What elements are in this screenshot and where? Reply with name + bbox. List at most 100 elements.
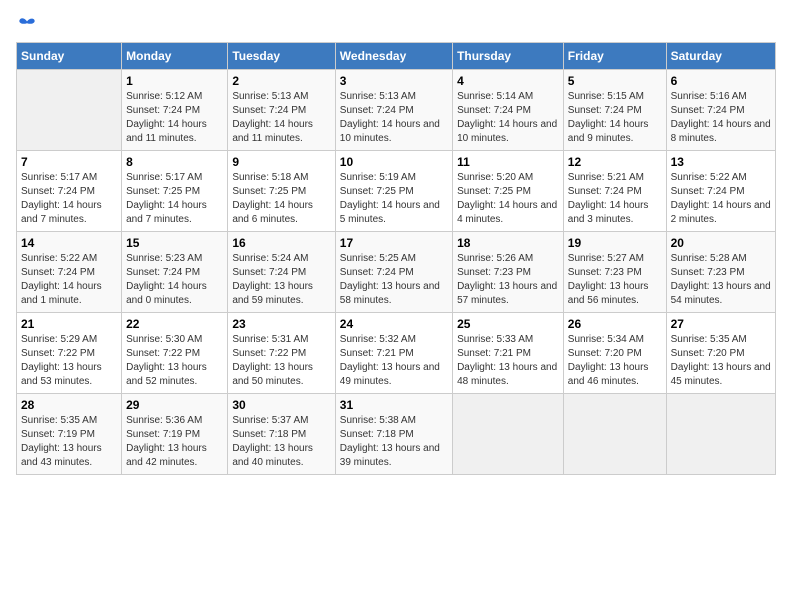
calendar-cell: 18 Sunrise: 5:26 AMSunset: 7:23 PMDaylig… <box>453 232 564 313</box>
calendar-header-wednesday: Wednesday <box>335 43 452 70</box>
calendar-cell: 13 Sunrise: 5:22 AMSunset: 7:24 PMDaylig… <box>666 151 775 232</box>
day-info: Sunrise: 5:38 AMSunset: 7:18 PMDaylight:… <box>340 415 440 468</box>
page-header <box>16 16 776 34</box>
day-number: 14 <box>21 236 117 250</box>
day-number: 5 <box>568 74 662 88</box>
calendar-header-sunday: Sunday <box>17 43 122 70</box>
calendar-cell <box>17 70 122 151</box>
day-number: 17 <box>340 236 448 250</box>
day-number: 11 <box>457 155 559 169</box>
day-info: Sunrise: 5:29 AMSunset: 7:22 PMDaylight:… <box>21 334 102 387</box>
calendar-cell: 11 Sunrise: 5:20 AMSunset: 7:25 PMDaylig… <box>453 151 564 232</box>
calendar-cell: 29 Sunrise: 5:36 AMSunset: 7:19 PMDaylig… <box>122 394 228 475</box>
day-number: 16 <box>232 236 330 250</box>
day-number: 15 <box>126 236 223 250</box>
day-info: Sunrise: 5:13 AMSunset: 7:24 PMDaylight:… <box>232 91 313 144</box>
calendar-cell <box>453 394 564 475</box>
calendar-cell: 15 Sunrise: 5:23 AMSunset: 7:24 PMDaylig… <box>122 232 228 313</box>
calendar-header-row: SundayMondayTuesdayWednesdayThursdayFrid… <box>17 43 776 70</box>
calendar-cell: 8 Sunrise: 5:17 AMSunset: 7:25 PMDayligh… <box>122 151 228 232</box>
day-number: 2 <box>232 74 330 88</box>
day-info: Sunrise: 5:32 AMSunset: 7:21 PMDaylight:… <box>340 334 440 387</box>
day-info: Sunrise: 5:13 AMSunset: 7:24 PMDaylight:… <box>340 91 440 144</box>
day-number: 3 <box>340 74 448 88</box>
calendar-cell: 4 Sunrise: 5:14 AMSunset: 7:24 PMDayligh… <box>453 70 564 151</box>
day-info: Sunrise: 5:30 AMSunset: 7:22 PMDaylight:… <box>126 334 207 387</box>
calendar-cell: 9 Sunrise: 5:18 AMSunset: 7:25 PMDayligh… <box>228 151 335 232</box>
calendar-cell: 5 Sunrise: 5:15 AMSunset: 7:24 PMDayligh… <box>563 70 666 151</box>
calendar-body: 1 Sunrise: 5:12 AMSunset: 7:24 PMDayligh… <box>17 70 776 475</box>
calendar-cell: 10 Sunrise: 5:19 AMSunset: 7:25 PMDaylig… <box>335 151 452 232</box>
day-info: Sunrise: 5:24 AMSunset: 7:24 PMDaylight:… <box>232 253 313 306</box>
day-info: Sunrise: 5:20 AMSunset: 7:25 PMDaylight:… <box>457 172 557 225</box>
calendar-cell <box>666 394 775 475</box>
day-number: 4 <box>457 74 559 88</box>
day-number: 10 <box>340 155 448 169</box>
day-info: Sunrise: 5:15 AMSunset: 7:24 PMDaylight:… <box>568 91 649 144</box>
calendar-cell <box>563 394 666 475</box>
calendar-cell: 31 Sunrise: 5:38 AMSunset: 7:18 PMDaylig… <box>335 394 452 475</box>
day-number: 23 <box>232 317 330 331</box>
day-info: Sunrise: 5:18 AMSunset: 7:25 PMDaylight:… <box>232 172 313 225</box>
calendar-table: SundayMondayTuesdayWednesdayThursdayFrid… <box>16 42 776 475</box>
day-info: Sunrise: 5:28 AMSunset: 7:23 PMDaylight:… <box>671 253 771 306</box>
day-info: Sunrise: 5:16 AMSunset: 7:24 PMDaylight:… <box>671 91 771 144</box>
day-info: Sunrise: 5:36 AMSunset: 7:19 PMDaylight:… <box>126 415 207 468</box>
calendar-cell: 30 Sunrise: 5:37 AMSunset: 7:18 PMDaylig… <box>228 394 335 475</box>
day-info: Sunrise: 5:22 AMSunset: 7:24 PMDaylight:… <box>671 172 771 225</box>
day-info: Sunrise: 5:25 AMSunset: 7:24 PMDaylight:… <box>340 253 440 306</box>
day-info: Sunrise: 5:19 AMSunset: 7:25 PMDaylight:… <box>340 172 440 225</box>
calendar-cell: 3 Sunrise: 5:13 AMSunset: 7:24 PMDayligh… <box>335 70 452 151</box>
day-info: Sunrise: 5:12 AMSunset: 7:24 PMDaylight:… <box>126 91 207 144</box>
day-number: 27 <box>671 317 771 331</box>
day-info: Sunrise: 5:37 AMSunset: 7:18 PMDaylight:… <box>232 415 313 468</box>
day-info: Sunrise: 5:21 AMSunset: 7:24 PMDaylight:… <box>568 172 649 225</box>
calendar-cell: 27 Sunrise: 5:35 AMSunset: 7:20 PMDaylig… <box>666 313 775 394</box>
day-number: 13 <box>671 155 771 169</box>
day-info: Sunrise: 5:35 AMSunset: 7:19 PMDaylight:… <box>21 415 102 468</box>
logo-bird-icon <box>18 16 36 34</box>
calendar-cell: 26 Sunrise: 5:34 AMSunset: 7:20 PMDaylig… <box>563 313 666 394</box>
day-number: 21 <box>21 317 117 331</box>
calendar-cell: 20 Sunrise: 5:28 AMSunset: 7:23 PMDaylig… <box>666 232 775 313</box>
calendar-header-thursday: Thursday <box>453 43 564 70</box>
calendar-cell: 12 Sunrise: 5:21 AMSunset: 7:24 PMDaylig… <box>563 151 666 232</box>
day-number: 29 <box>126 398 223 412</box>
calendar-cell: 19 Sunrise: 5:27 AMSunset: 7:23 PMDaylig… <box>563 232 666 313</box>
calendar-cell: 14 Sunrise: 5:22 AMSunset: 7:24 PMDaylig… <box>17 232 122 313</box>
calendar-cell: 17 Sunrise: 5:25 AMSunset: 7:24 PMDaylig… <box>335 232 452 313</box>
day-number: 12 <box>568 155 662 169</box>
day-number: 9 <box>232 155 330 169</box>
calendar-cell: 1 Sunrise: 5:12 AMSunset: 7:24 PMDayligh… <box>122 70 228 151</box>
day-number: 8 <box>126 155 223 169</box>
calendar-cell: 24 Sunrise: 5:32 AMSunset: 7:21 PMDaylig… <box>335 313 452 394</box>
day-info: Sunrise: 5:33 AMSunset: 7:21 PMDaylight:… <box>457 334 557 387</box>
calendar-week-row: 7 Sunrise: 5:17 AMSunset: 7:24 PMDayligh… <box>17 151 776 232</box>
day-number: 6 <box>671 74 771 88</box>
calendar-cell: 21 Sunrise: 5:29 AMSunset: 7:22 PMDaylig… <box>17 313 122 394</box>
day-number: 24 <box>340 317 448 331</box>
day-number: 22 <box>126 317 223 331</box>
calendar-cell: 23 Sunrise: 5:31 AMSunset: 7:22 PMDaylig… <box>228 313 335 394</box>
day-number: 19 <box>568 236 662 250</box>
day-number: 28 <box>21 398 117 412</box>
day-number: 7 <box>21 155 117 169</box>
calendar-cell: 25 Sunrise: 5:33 AMSunset: 7:21 PMDaylig… <box>453 313 564 394</box>
calendar-week-row: 14 Sunrise: 5:22 AMSunset: 7:24 PMDaylig… <box>17 232 776 313</box>
day-number: 18 <box>457 236 559 250</box>
logo <box>16 16 36 34</box>
calendar-header-monday: Monday <box>122 43 228 70</box>
calendar-header-saturday: Saturday <box>666 43 775 70</box>
calendar-cell: 28 Sunrise: 5:35 AMSunset: 7:19 PMDaylig… <box>17 394 122 475</box>
day-number: 31 <box>340 398 448 412</box>
day-number: 30 <box>232 398 330 412</box>
day-info: Sunrise: 5:17 AMSunset: 7:24 PMDaylight:… <box>21 172 102 225</box>
day-info: Sunrise: 5:26 AMSunset: 7:23 PMDaylight:… <box>457 253 557 306</box>
day-info: Sunrise: 5:14 AMSunset: 7:24 PMDaylight:… <box>457 91 557 144</box>
calendar-header-friday: Friday <box>563 43 666 70</box>
day-info: Sunrise: 5:17 AMSunset: 7:25 PMDaylight:… <box>126 172 207 225</box>
day-info: Sunrise: 5:22 AMSunset: 7:24 PMDaylight:… <box>21 253 102 306</box>
day-info: Sunrise: 5:23 AMSunset: 7:24 PMDaylight:… <box>126 253 207 306</box>
day-number: 1 <box>126 74 223 88</box>
day-info: Sunrise: 5:31 AMSunset: 7:22 PMDaylight:… <box>232 334 313 387</box>
